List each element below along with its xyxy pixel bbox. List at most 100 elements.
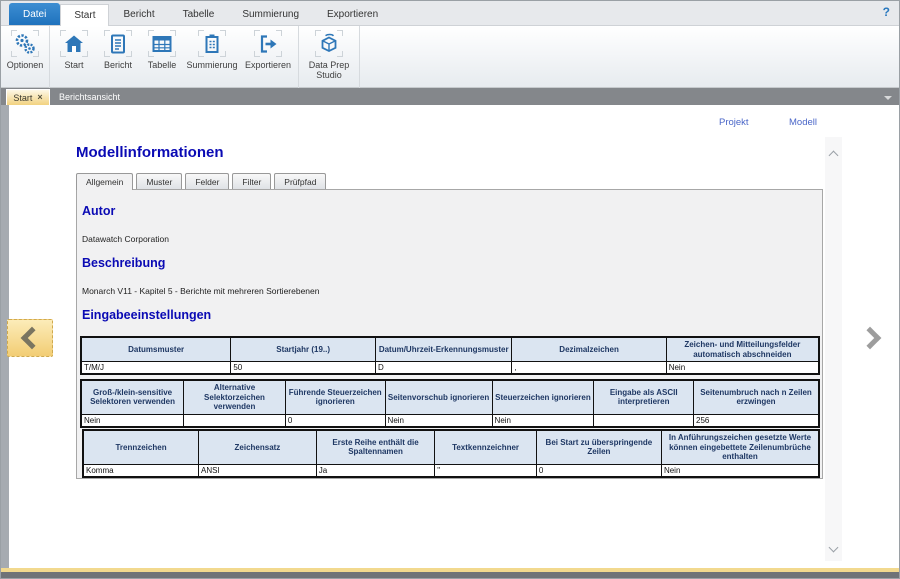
export-icon (254, 30, 282, 57)
table-header-cell: Eingabe als ASCII interpretieren (594, 380, 694, 414)
tab-allgemein[interactable]: Allgemein (76, 173, 133, 190)
table-value-cell: 0 (536, 464, 661, 477)
table-header-cell: Seitenumbruch nach n Zeilen erzwingen (694, 380, 819, 414)
modell-link[interactable]: Modell (789, 117, 817, 128)
table-header-cell: Dezimalzeichen (512, 337, 666, 362)
table-header-cell: In Anführungszeichen gesetzte Werte könn… (661, 430, 819, 464)
ribbon-tab-start[interactable]: Start (60, 4, 109, 26)
table-header-cell: Alternative Selektorzeichen verwenden (184, 380, 286, 414)
chevron-right-icon (859, 327, 882, 350)
autor-value: Datawatch Corporation (82, 234, 169, 244)
table-header-cell: Führende Steuerzeichen ignorieren (285, 380, 385, 414)
ribbon-tab-bericht[interactable]: Bericht (109, 3, 168, 25)
table-value-cell: 256 (694, 414, 819, 427)
table-value-cell: 0 (285, 414, 385, 427)
cube-icon (315, 30, 343, 57)
table-value-cell: Nein (666, 362, 819, 375)
close-icon[interactable]: × (37, 93, 42, 102)
ribbon-body: Optionen Start (1, 26, 899, 88)
data-prep-studio-label: Data Prep Studio (301, 60, 357, 81)
data-prep-studio-button[interactable]: Data Prep Studio (301, 28, 357, 81)
ribbon-tab-tabelle[interactable]: Tabelle (169, 3, 229, 25)
beschreibung-heading: Beschreibung (82, 256, 165, 270)
tabstrip-dropdown-icon[interactable] (884, 96, 892, 100)
ribbon-tab-exportieren[interactable]: Exportieren (313, 3, 392, 25)
table-value-cell: Nein (492, 414, 594, 427)
table-value-cell (594, 414, 694, 427)
table-value-cell: " (435, 464, 537, 477)
doc-tab-start-label: Start (13, 93, 32, 103)
table-value-cell: 50 (231, 362, 376, 375)
optionen-label: Optionen (7, 60, 44, 70)
ribbon-group-views: Start Bericht (50, 26, 299, 89)
report-icon (104, 30, 132, 57)
summierung-label: Summierung (186, 60, 237, 70)
tabelle-label: Tabelle (148, 60, 177, 70)
input-settings-table-3: TrennzeichenZeichensatzErste Reihe enthä… (82, 429, 820, 478)
exportieren-label: Exportieren (245, 60, 291, 70)
content-area: Projekt Modell Modellinformationen Allge… (1, 105, 899, 570)
table-value-cell: , (512, 362, 666, 375)
table-value-cell: T/M/J (81, 362, 231, 375)
vertical-scrollbar[interactable] (825, 137, 842, 561)
table-header-cell: Textkennzeichner (435, 430, 537, 464)
table-header-cell: Groß-/klein-sensitive Selektoren verwend… (81, 380, 184, 414)
document-tab-strip: Start × Berichtsansicht (1, 88, 899, 105)
next-page-button[interactable] (857, 321, 887, 355)
table-value-cell: D (375, 362, 512, 375)
doc-tab-start[interactable]: Start × (6, 89, 50, 105)
table-value-cell (184, 414, 286, 427)
tab-muster[interactable]: Muster (136, 173, 182, 189)
table-header-cell: Zeichen- und Mitteilungsfelder automatis… (666, 337, 819, 362)
exportieren-button[interactable]: Exportieren (240, 28, 296, 70)
scroll-up-icon[interactable] (825, 145, 842, 162)
tabelle-button[interactable]: Tabelle (140, 28, 184, 70)
tab-felder[interactable]: Felder (185, 173, 229, 189)
tab-filter[interactable]: Filter (232, 173, 271, 189)
window-bottom-edge (1, 572, 899, 578)
table-value-cell: Nein (385, 414, 492, 427)
projekt-link[interactable]: Projekt (719, 117, 749, 128)
bericht-button[interactable]: Bericht (96, 28, 140, 70)
doc-tab-berichtsansicht[interactable]: Berichtsansicht (59, 88, 120, 105)
optionen-button[interactable]: Optionen (3, 28, 47, 70)
input-settings-table-1: DatumsmusterStartjahr (19..)Datum/Uhrzei… (80, 336, 820, 375)
previous-page-button[interactable] (7, 319, 53, 357)
table-header-cell: Startjahr (19..) (231, 337, 376, 362)
gears-icon (11, 30, 39, 57)
table-header-cell: Bei Start zu überspringende Zeilen (536, 430, 661, 464)
beschreibung-value: Monarch V11 - Kapitel 5 - Berichte mit m… (82, 286, 320, 296)
help-icon[interactable]: ? (883, 5, 890, 19)
page-title: Modellinformationen (76, 144, 224, 161)
tab-pruefpfad[interactable]: Prüfpfad (274, 173, 326, 189)
table-header-cell: Steuerzeichen ignorieren (492, 380, 594, 414)
autor-heading: Autor (82, 204, 115, 218)
ribbon-group-options: Optionen (1, 26, 50, 89)
scroll-down-icon[interactable] (825, 540, 842, 557)
bericht-label: Bericht (104, 60, 132, 70)
table-value-cell: Ja (316, 464, 434, 477)
home-icon (60, 30, 88, 57)
start-label: Start (64, 60, 83, 70)
allgemein-panel: Autor Datawatch Corporation Beschreibung… (76, 189, 823, 479)
table-header-cell: Datum/Uhrzeit-Erkennungsmuster (375, 337, 512, 362)
model-info-tabs: Allgemein Muster Felder Filter Prüfpfad (76, 173, 326, 189)
chevron-left-icon (21, 327, 44, 350)
eingabeeinstellungen-heading: Eingabeeinstellungen (82, 308, 211, 322)
start-button[interactable]: Start (52, 28, 96, 70)
summierung-button[interactable]: Summierung (184, 28, 240, 70)
file-menu-button[interactable]: Datei (9, 3, 60, 25)
table-header-cell: Trennzeichen (83, 430, 199, 464)
table-header-cell: Datumsmuster (81, 337, 231, 362)
ribbon-tab-summierung[interactable]: Summierung (228, 3, 313, 25)
summary-icon (198, 30, 226, 57)
ribbon-group-dataprep: Data Prep Studio (299, 26, 360, 89)
app-window: Datei Start Bericht Tabelle Summierung E… (0, 0, 900, 579)
input-settings-table-2: Groß-/klein-sensitive Selektoren verwend… (80, 379, 820, 428)
table-value-cell: ANSI (199, 464, 317, 477)
table-header-cell: Erste Reihe enthält die Spaltennamen (316, 430, 434, 464)
table-value-cell: Komma (83, 464, 199, 477)
table-header-cell: Zeichensatz (199, 430, 317, 464)
table-value-cell: Nein (661, 464, 819, 477)
table-value-cell: Nein (81, 414, 184, 427)
